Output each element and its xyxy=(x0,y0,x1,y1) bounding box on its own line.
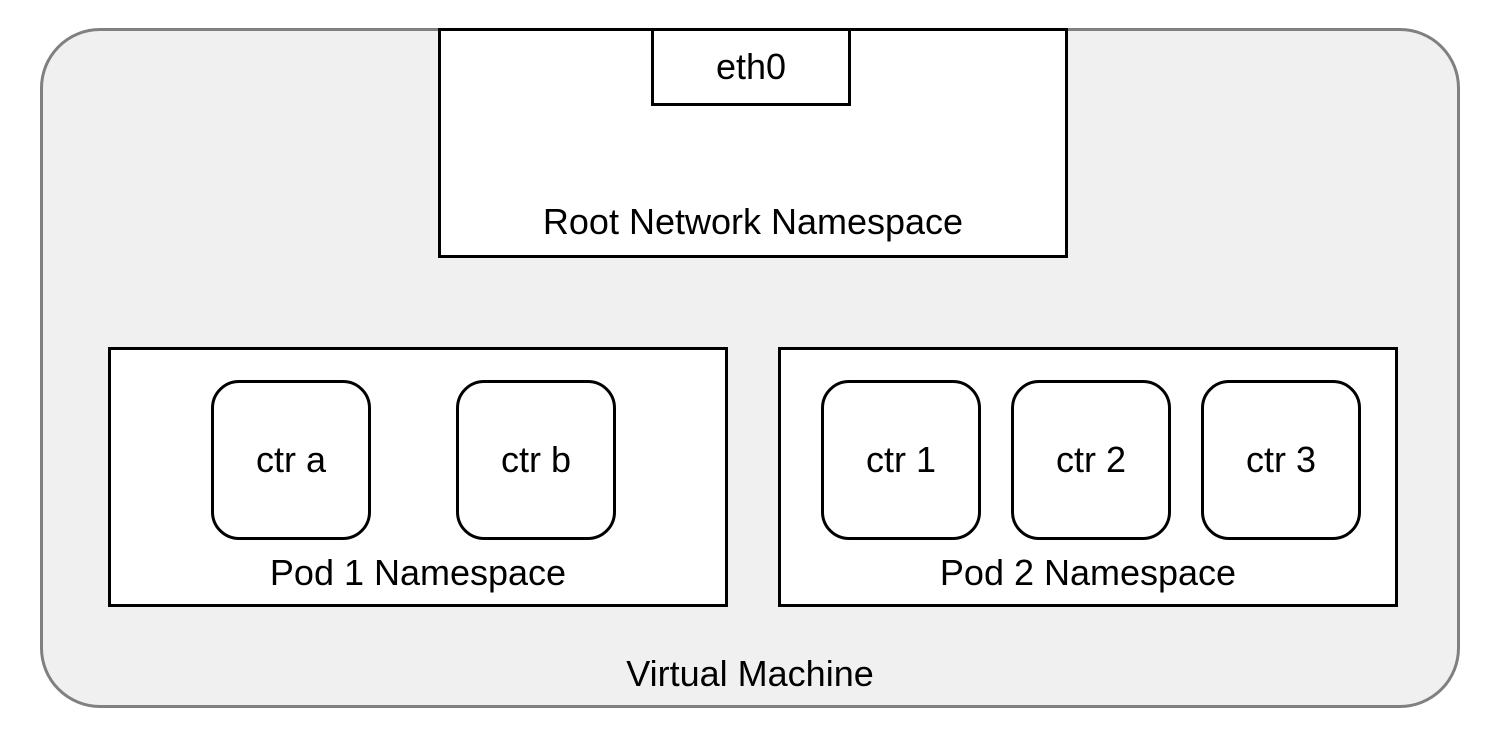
container-3-box: ctr 3 xyxy=(1201,380,1361,540)
eth0-label: eth0 xyxy=(716,46,786,88)
pod2-namespace-box: ctr 1 ctr 2 ctr 3 Pod 2 Namespace xyxy=(778,347,1398,607)
root-namespace-label: Root Network Namespace xyxy=(441,201,1065,243)
container-b-label: ctr b xyxy=(501,439,571,481)
pod1-label: Pod 1 Namespace xyxy=(111,552,725,594)
root-network-namespace-box: eth0 Root Network Namespace xyxy=(438,28,1068,258)
container-a-label: ctr a xyxy=(256,439,326,481)
container-2-box: ctr 2 xyxy=(1011,380,1171,540)
container-1-label: ctr 1 xyxy=(866,439,936,481)
virtual-machine-box: eth0 Root Network Namespace ctr a ctr b … xyxy=(40,28,1460,708)
eth0-interface-box: eth0 xyxy=(651,28,851,106)
pod1-namespace-box: ctr a ctr b Pod 1 Namespace xyxy=(108,347,728,607)
pod2-label: Pod 2 Namespace xyxy=(781,552,1395,594)
container-b-box: ctr b xyxy=(456,380,616,540)
container-3-label: ctr 3 xyxy=(1246,439,1316,481)
container-1-box: ctr 1 xyxy=(821,380,981,540)
container-a-box: ctr a xyxy=(211,380,371,540)
virtual-machine-label: Virtual Machine xyxy=(43,653,1457,695)
container-2-label: ctr 2 xyxy=(1056,439,1126,481)
